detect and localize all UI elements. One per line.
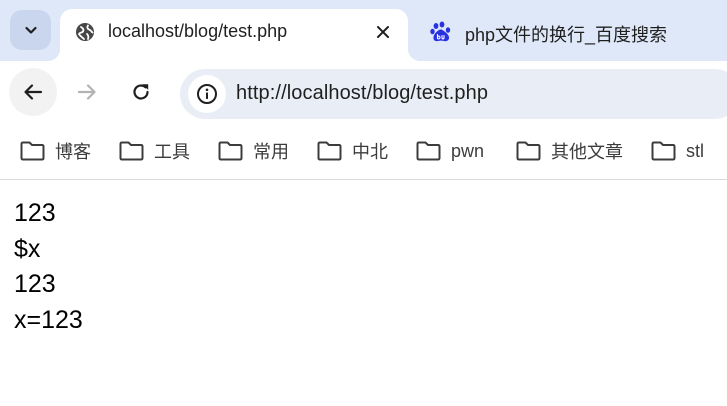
- output-line: 123: [14, 199, 56, 227]
- folder-icon: [317, 141, 342, 161]
- arrow-left-icon: [24, 84, 43, 100]
- folder-icon: [516, 141, 541, 161]
- reload-button[interactable]: [117, 68, 165, 116]
- tab-strip: localhost/blog/test.php php文件的换行_百度搜索: [0, 0, 727, 61]
- toolbar: http://localhost/blog/test.php: [0, 61, 727, 123]
- folder-icon: [218, 141, 243, 161]
- bookmark-folder[interactable]: 常用: [218, 138, 289, 164]
- baidu-paw-icon: [430, 21, 451, 42]
- arrow-right-icon: [77, 84, 96, 100]
- output-line: x=123: [14, 305, 83, 334]
- folder-icon: [119, 141, 144, 161]
- info-icon: [197, 84, 217, 104]
- folder-icon: [416, 141, 441, 161]
- page-content: 123 $x 123 x=123: [14, 196, 83, 338]
- site-info-button[interactable]: [188, 75, 226, 113]
- bookmark-label: 其他文章: [551, 142, 623, 162]
- reload-icon: [133, 84, 149, 100]
- address-bar[interactable]: http://localhost/blog/test.php: [180, 69, 727, 119]
- url-text[interactable]: http://localhost/blog/test.php: [236, 82, 488, 105]
- bookmark-folder[interactable]: 工具: [119, 138, 190, 164]
- tab-localhost[interactable]: localhost/blog/test.php: [60, 9, 408, 61]
- tab-title: php文件的换行_百度搜索: [465, 25, 668, 45]
- output-line: 123: [14, 270, 56, 298]
- bookmark-folder[interactable]: pwn: [416, 138, 484, 164]
- bookmark-label: pwn: [451, 140, 485, 161]
- close-tab-button[interactable]: [372, 21, 394, 43]
- folder-icon: [651, 141, 676, 161]
- bookmarks-bar: 博客 工具 常用 中北 pwn 其他文章 stl: [0, 123, 727, 180]
- globe-icon: [76, 23, 94, 41]
- bookmark-folder[interactable]: 中北: [317, 138, 388, 164]
- bookmark-label: 中北: [352, 142, 388, 162]
- bookmark-folder[interactable]: stl: [651, 138, 704, 164]
- back-button[interactable]: [9, 68, 57, 116]
- bookmark-label: 博客: [55, 142, 91, 162]
- forward-button[interactable]: [63, 68, 111, 116]
- bookmark-label: 工具: [154, 142, 190, 162]
- bookmark-label: 常用: [253, 142, 289, 162]
- bookmark-folder[interactable]: 博客: [20, 138, 91, 164]
- close-icon: [377, 26, 389, 38]
- output-line: $x: [14, 234, 41, 263]
- tab-search-button[interactable]: [10, 10, 51, 50]
- folder-icon: [20, 141, 45, 161]
- bookmark-label: stl: [686, 140, 704, 161]
- tab-title: localhost/blog/test.php: [108, 21, 288, 41]
- chevron-down-icon: [24, 26, 37, 34]
- tab-baidu-search[interactable]: php文件的换行_百度搜索: [415, 9, 727, 53]
- bookmark-folder[interactable]: 其他文章: [516, 138, 623, 164]
